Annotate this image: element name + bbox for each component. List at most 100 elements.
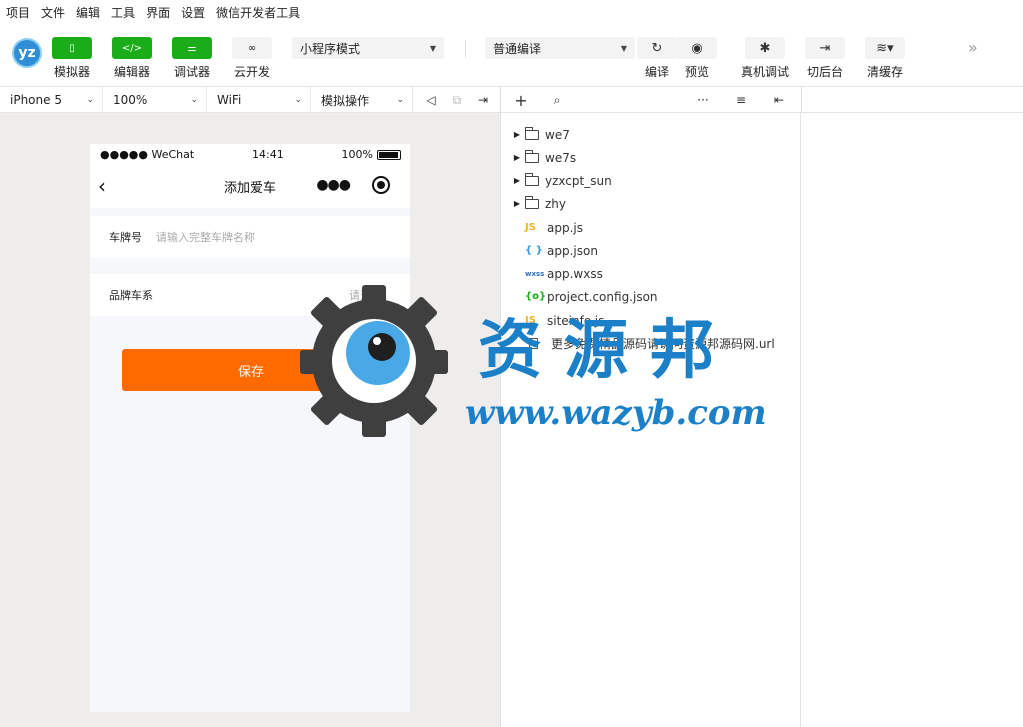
chevron-down-icon: ⌄ (190, 95, 198, 105)
plate-label: 车牌号 (109, 231, 142, 244)
compile-label: 编译 (644, 65, 669, 79)
simulator-button[interactable]: ▯ 模拟器 (52, 37, 92, 80)
tree-file[interactable]: { } app.json (501, 239, 598, 262)
background-button[interactable]: ⇥ 切后台 (805, 37, 845, 80)
double-chevron-right-icon[interactable]: » (968, 38, 978, 57)
split-pane-icon[interactable]: ⇤ (768, 87, 790, 113)
file-name: app.json (547, 243, 598, 258)
tree-file[interactable]: {o} project.config.json (501, 285, 658, 308)
js-file-icon: JS (525, 222, 536, 233)
phone-icon: ▯ (52, 37, 92, 59)
file-name: 更多免费精品源码请访问资源邦源码网.url (551, 337, 775, 351)
file-name: project.config.json (547, 289, 658, 304)
window-icon[interactable]: ⧉ (446, 87, 468, 113)
wxss-file-icon: wxss (525, 269, 545, 278)
menu-settings[interactable]: 设置 (181, 4, 205, 21)
chevron-down-icon: ⌄ (396, 95, 404, 105)
nav-bar: ‹ 添加爱车 ●●● (90, 164, 410, 208)
menu-devtools[interactable]: 微信开发者工具 (216, 4, 300, 21)
folder-name: we7s (545, 150, 577, 165)
real-debug-label: 真机调试 (741, 65, 790, 79)
brand-select[interactable]: 请选择 (349, 287, 382, 303)
tree-file[interactable]: JS app.js (501, 216, 583, 239)
status-battery: 100% (341, 147, 373, 161)
menu-edit[interactable]: 编辑 (76, 4, 100, 21)
tree-folder[interactable]: ▶ yzxcpt_sun (501, 169, 612, 192)
brand-row[interactable]: 品牌车系 请选择 (90, 274, 410, 316)
menu-tools[interactable]: 工具 (111, 4, 135, 21)
cloud-button[interactable]: ∞ 云开发 (232, 37, 272, 80)
operation-select[interactable]: 模拟操作 ⌄ (311, 87, 413, 113)
status-bar: ●●●●● WeChat 14:41 100% (90, 144, 410, 164)
clear-cache-button[interactable]: ≋▾ 清缓存 (865, 37, 905, 80)
chevron-down-icon: ⌄ (294, 95, 302, 105)
json-file-icon: { } (525, 245, 543, 256)
brand-label: 品牌车系 (109, 289, 153, 302)
clear-cache-label: 清缓存 (866, 65, 903, 79)
caret-down-icon: ▼ (429, 43, 436, 53)
tree-file[interactable]: JS siteinfo.js (501, 309, 604, 332)
device-select-value: iPhone 5 (10, 93, 62, 107)
tree-folder[interactable]: ▶ we7s (501, 146, 576, 169)
config-file-icon: {o} (525, 291, 547, 302)
app-logo[interactable]: yz (12, 38, 42, 68)
folder-name: yzxcpt_sun (545, 173, 612, 188)
folder-name: we7 (545, 127, 570, 142)
tree-folder[interactable]: ▶ zhy (501, 192, 566, 215)
code-icon: </> (112, 37, 152, 59)
toolbar-divider (465, 40, 466, 58)
menu-project[interactable]: 项目 (6, 4, 30, 21)
compile-button[interactable]: ↻ 编译 (637, 37, 677, 80)
editor-button[interactable]: </> 编辑器 (112, 37, 152, 80)
tree-folder[interactable]: ▶ we7 (501, 123, 570, 146)
compile-select[interactable]: 普通编译 ▼ (485, 37, 635, 59)
device-select[interactable]: iPhone 5 ⌄ (0, 87, 103, 113)
network-select[interactable]: WiFi ⌄ (207, 87, 311, 113)
close-target-icon[interactable] (372, 176, 390, 194)
mode-select[interactable]: 小程序模式 ▼ (292, 37, 444, 59)
detach-icon[interactable]: ⇥ (472, 87, 494, 113)
tree-file[interactable]: 更多免费精品源码请访问资源邦源码网.url (501, 332, 775, 355)
refresh-icon: ↻ (637, 37, 677, 59)
chevron-down-icon: ⌄ (86, 95, 94, 105)
bug-icon: ✱ (745, 37, 785, 59)
plate-input[interactable]: 请输入完整车牌名称 (156, 229, 255, 245)
cloud-link-icon: ∞ (232, 37, 272, 59)
pane-divider (801, 87, 802, 113)
operation-select-value: 模拟操作 (321, 93, 370, 108)
caret-right-icon: ▶ (513, 176, 521, 185)
volume-icon[interactable]: ◁ (420, 87, 442, 113)
sliders-icon: ⚌ (172, 37, 212, 59)
zoom-select[interactable]: 100% ⌄ (103, 87, 207, 113)
file-name: app.wxss (547, 266, 603, 281)
switch-out-icon: ⇥ (805, 37, 845, 59)
layers-icon: ≋▾ (865, 37, 905, 59)
background-label: 切后台 (806, 65, 843, 79)
back-arrow-icon[interactable]: ‹ (98, 174, 106, 198)
compile-select-value: 普通编译 (493, 41, 542, 56)
folder-icon (525, 126, 539, 140)
add-file-icon[interactable]: + (510, 87, 532, 113)
document-icon (529, 338, 538, 349)
debugger-button[interactable]: ⚌ 调试器 (172, 37, 212, 80)
collapse-icon[interactable]: ≡ (730, 87, 752, 113)
real-debug-button[interactable]: ✱ 真机调试 (741, 37, 789, 80)
menu-view[interactable]: 界面 (146, 4, 170, 21)
network-select-value: WiFi (217, 93, 242, 107)
folder-icon (525, 172, 539, 186)
phone-screen: ●●●●● WeChat 14:41 100% ‹ 添加爱车 ●●● 车牌号 请… (90, 144, 410, 712)
mode-select-value: 小程序模式 (300, 41, 361, 56)
preview-button[interactable]: ◉ 预览 (677, 37, 717, 80)
tree-file[interactable]: wxss app.wxss (501, 262, 603, 285)
menu-file[interactable]: 文件 (41, 4, 65, 21)
editor-pane (801, 113, 1023, 727)
caret-right-icon: ▶ (513, 153, 521, 162)
search-icon[interactable]: ⌕ (546, 87, 568, 113)
more-icon[interactable]: ··· (692, 87, 714, 113)
plate-row: 车牌号 请输入完整车牌名称 (90, 216, 410, 258)
simulator-area: ●●●●● WeChat 14:41 100% ‹ 添加爱车 ●●● 车牌号 请… (0, 113, 500, 727)
caret-down-icon: ▼ (620, 43, 627, 53)
sub-toolbar: iPhone 5 ⌄ 100% ⌄ WiFi ⌄ 模拟操作 ⌄ ◁ ⧉ ⇥ + … (0, 86, 1023, 113)
save-button[interactable]: 保存 (122, 349, 380, 391)
more-dots-icon[interactable]: ●●● (316, 177, 351, 193)
